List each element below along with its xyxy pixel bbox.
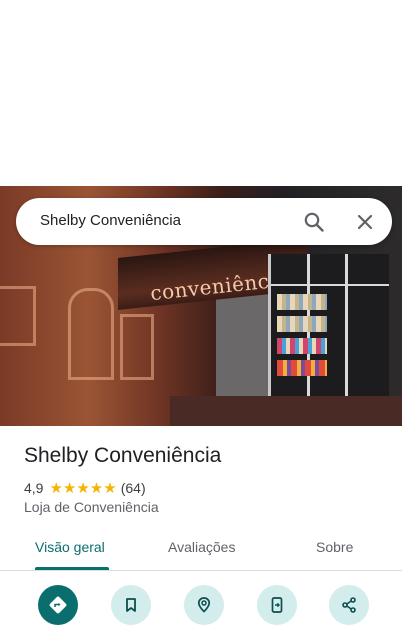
rating-value: 4,9 <box>24 480 44 496</box>
directions-button[interactable] <box>38 585 78 625</box>
photo-pillar <box>216 294 270 404</box>
save-button[interactable] <box>111 585 151 625</box>
photo-window-detail <box>68 288 114 380</box>
rating-row[interactable]: 4,9 ★★★★★ (64) <box>24 479 146 497</box>
place-title: Shelby Conveniência <box>24 444 222 467</box>
photo-storefront <box>268 254 389 404</box>
photo-sidewalk <box>170 396 402 426</box>
search-icon[interactable] <box>302 210 326 234</box>
close-icon[interactable] <box>353 210 377 234</box>
photo-window-detail <box>120 314 154 380</box>
tab-overview[interactable]: Visão geral <box>35 539 105 555</box>
tab-about[interactable]: Sobre <box>316 539 353 555</box>
tab-reviews[interactable]: Avaliações <box>168 539 235 555</box>
send-to-phone-button[interactable] <box>257 585 297 625</box>
share-button[interactable] <box>329 585 369 625</box>
place-category[interactable]: Loja de Conveniência <box>24 499 159 515</box>
rating-stars: ★★★★★ <box>49 480 117 497</box>
directions-icon <box>49 596 67 614</box>
photo-window-detail <box>0 286 36 346</box>
bookmark-icon <box>126 598 136 612</box>
search-input[interactable]: Shelby Conveniência <box>40 212 181 229</box>
review-count[interactable]: (64) <box>121 480 146 496</box>
send-to-phone-icon <box>271 597 283 613</box>
tabs-divider <box>0 570 402 571</box>
nearby-icon <box>197 597 211 613</box>
share-icon <box>342 597 356 613</box>
search-bar[interactable]: Shelby Conveniência <box>16 198 392 245</box>
nearby-button[interactable] <box>184 585 224 625</box>
